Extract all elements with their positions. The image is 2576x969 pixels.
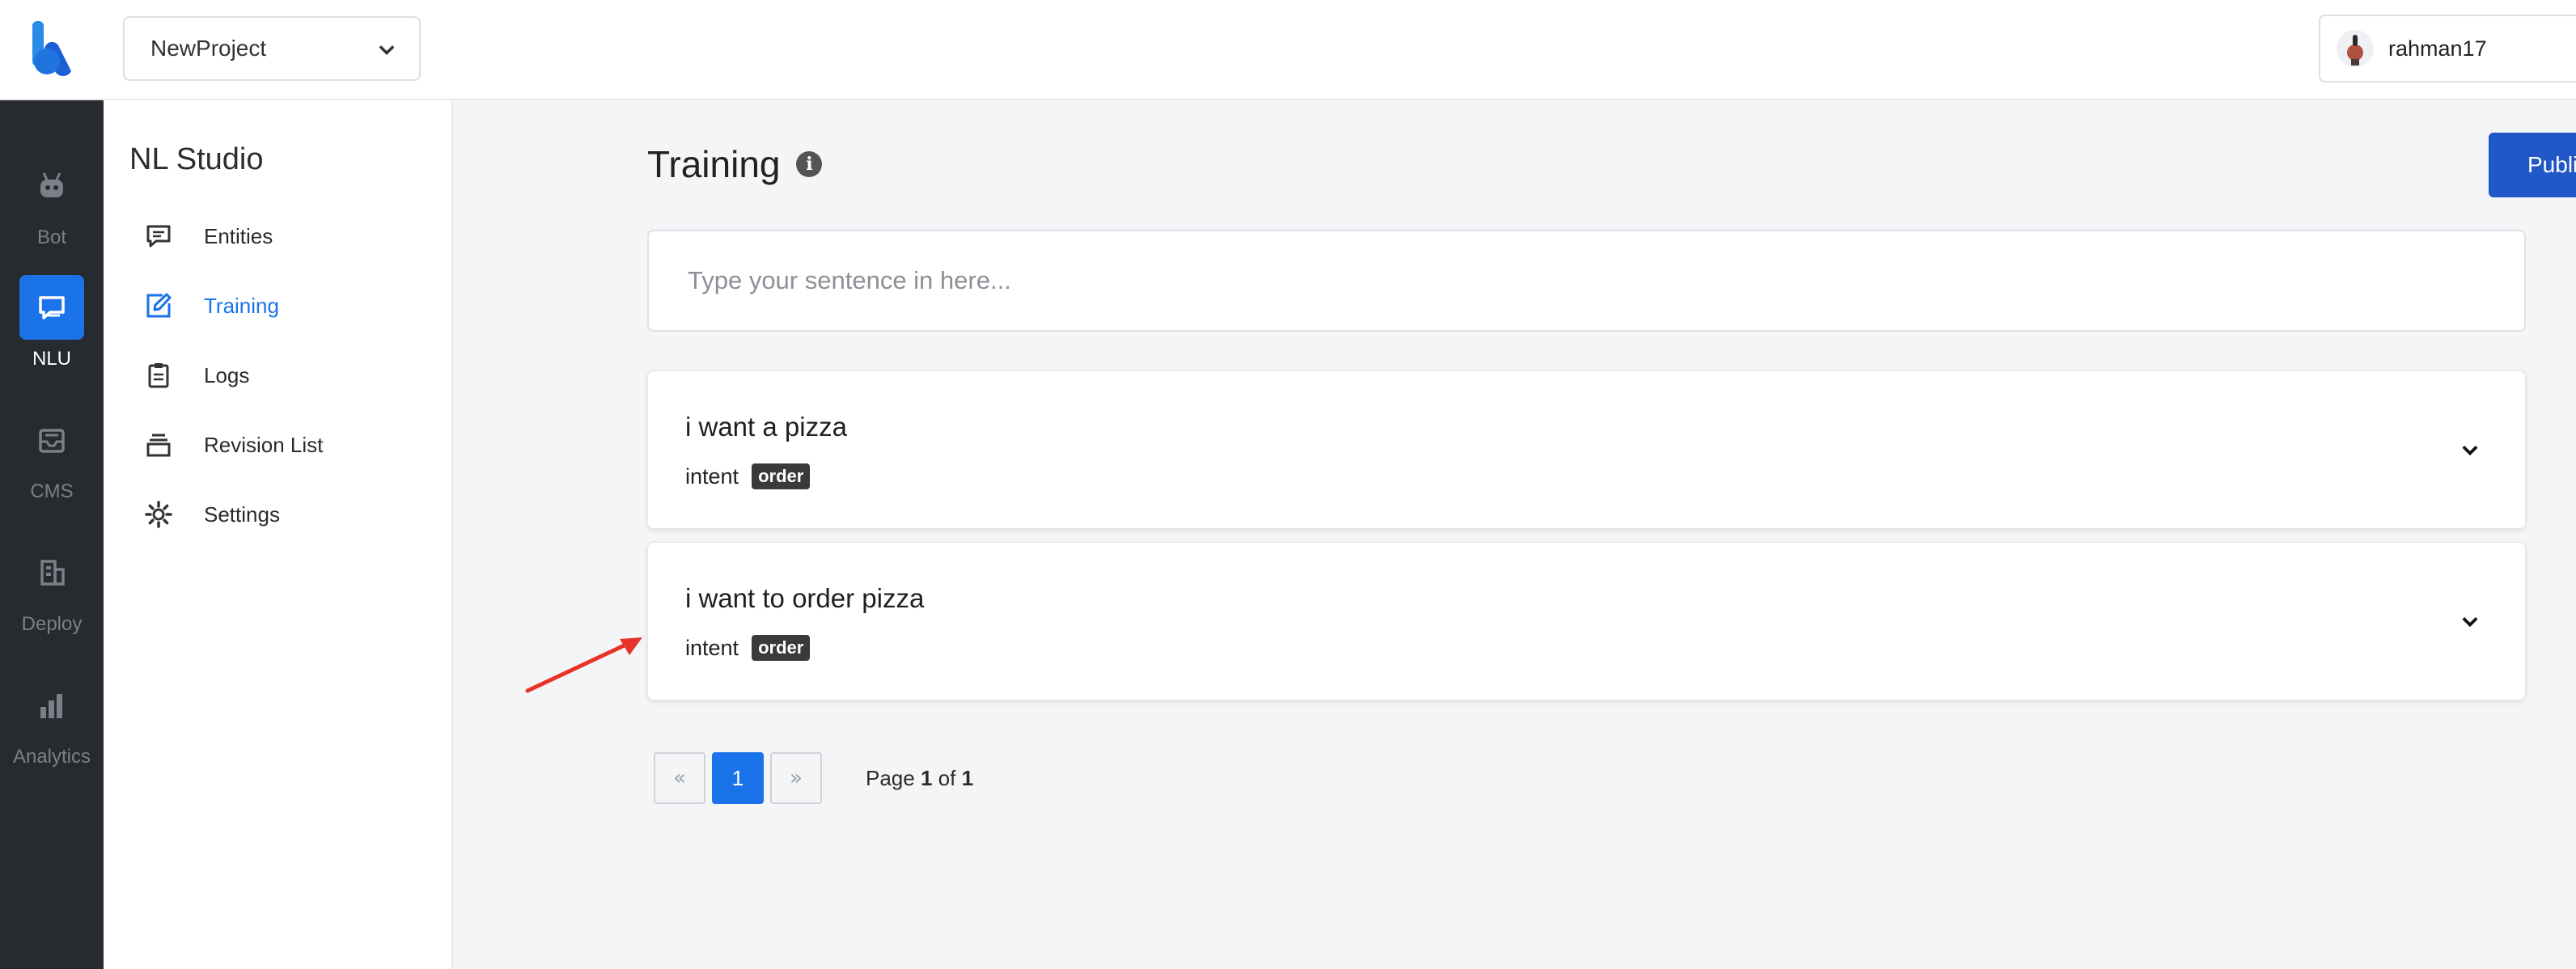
comment-icon: [142, 220, 175, 252]
sidebar-item-settings[interactable]: Settings: [142, 490, 442, 539]
username: rahman17: [2388, 36, 2487, 61]
sidebar-item-revision-list[interactable]: Revision List: [142, 421, 442, 469]
rail-item-cms[interactable]: CMS: [0, 408, 104, 513]
rail-label-bot: Bot: [36, 226, 67, 248]
top-bar: NewProject rahman17: [0, 0, 2576, 100]
pagination: « 1 » Page 1 of 1: [654, 752, 973, 804]
user-menu[interactable]: rahman17: [2319, 15, 2576, 83]
training-sample-card[interactable]: i want to order pizza intent order: [647, 542, 2526, 700]
sample-text: i want a pizza: [685, 412, 847, 442]
sample-meta: intent order: [685, 463, 811, 489]
page-title-text: Training: [647, 143, 781, 185]
sidebar-title: NL Studio: [129, 142, 264, 176]
sidebar-item-label: Revision List: [204, 432, 324, 457]
rail-item-deploy[interactable]: Deploy: [0, 540, 104, 645]
intent-badge: order: [752, 635, 811, 661]
rail-label-nlu: NLU: [32, 348, 71, 370]
sample-label: intent: [685, 635, 739, 660]
rail-label-deploy: Deploy: [21, 613, 83, 635]
bar-chart-icon: [19, 673, 84, 738]
chevron-down-icon: [379, 45, 395, 55]
page-info: Page 1 of 1: [866, 765, 974, 790]
rail-item-nlu[interactable]: NLU: [0, 275, 104, 380]
rail-label-analytics: Analytics: [12, 746, 91, 768]
avatar: [2337, 30, 2374, 67]
sample-meta: intent order: [685, 635, 811, 661]
sidebar-item-label: Logs: [204, 362, 250, 387]
robot-icon: [19, 154, 84, 218]
project-name: NewProject: [150, 36, 267, 61]
sidebar-item-entities[interactable]: Entities: [142, 212, 442, 260]
chat-bubble-icon: [19, 275, 84, 340]
sample-text: i want to order pizza: [685, 583, 925, 613]
publish-button[interactable]: Publish: [2489, 133, 2576, 197]
nl-studio-sidebar: NL Studio Entities Training Logs Revisio…: [104, 100, 453, 969]
inbox-icon: [19, 408, 84, 472]
sidebar-item-training[interactable]: Training: [142, 281, 442, 330]
prev-page-button[interactable]: «: [654, 752, 705, 804]
page-1-button[interactable]: 1: [712, 752, 764, 804]
sidebar-item-label: Training: [204, 293, 279, 318]
clipboard-icon: [142, 359, 175, 391]
layers-icon: [142, 429, 175, 461]
main-content: Training i Publish i want a pizza intent…: [453, 100, 2576, 969]
annotation-arrow-icon: [525, 637, 642, 693]
rail-item-bot[interactable]: Bot: [0, 154, 104, 259]
intent-badge: order: [752, 463, 811, 489]
expand-chevron-icon[interactable]: [2455, 607, 2485, 637]
info-icon[interactable]: i: [796, 151, 823, 177]
app-logo[interactable]: [29, 21, 74, 78]
project-selector[interactable]: NewProject: [123, 16, 421, 81]
module-rail: Bot NLU CMS Deploy Analytics: [0, 100, 104, 969]
sidebar-item-label: Entities: [204, 223, 273, 248]
building-icon: [19, 540, 84, 605]
page-title: Training i: [647, 142, 823, 186]
rail-item-analytics[interactable]: Analytics: [0, 673, 104, 778]
edit-icon: [142, 290, 175, 322]
expand-chevron-icon[interactable]: [2455, 436, 2485, 465]
sidebar-item-logs[interactable]: Logs: [142, 351, 442, 400]
sample-label: intent: [685, 463, 739, 489]
sentence-input[interactable]: [647, 230, 2526, 332]
rail-label-cms: CMS: [30, 480, 74, 502]
gear-icon: [142, 498, 175, 531]
training-sample-card[interactable]: i want a pizza intent order: [647, 370, 2526, 529]
next-page-button[interactable]: »: [770, 752, 822, 804]
sidebar-item-label: Settings: [204, 501, 280, 527]
